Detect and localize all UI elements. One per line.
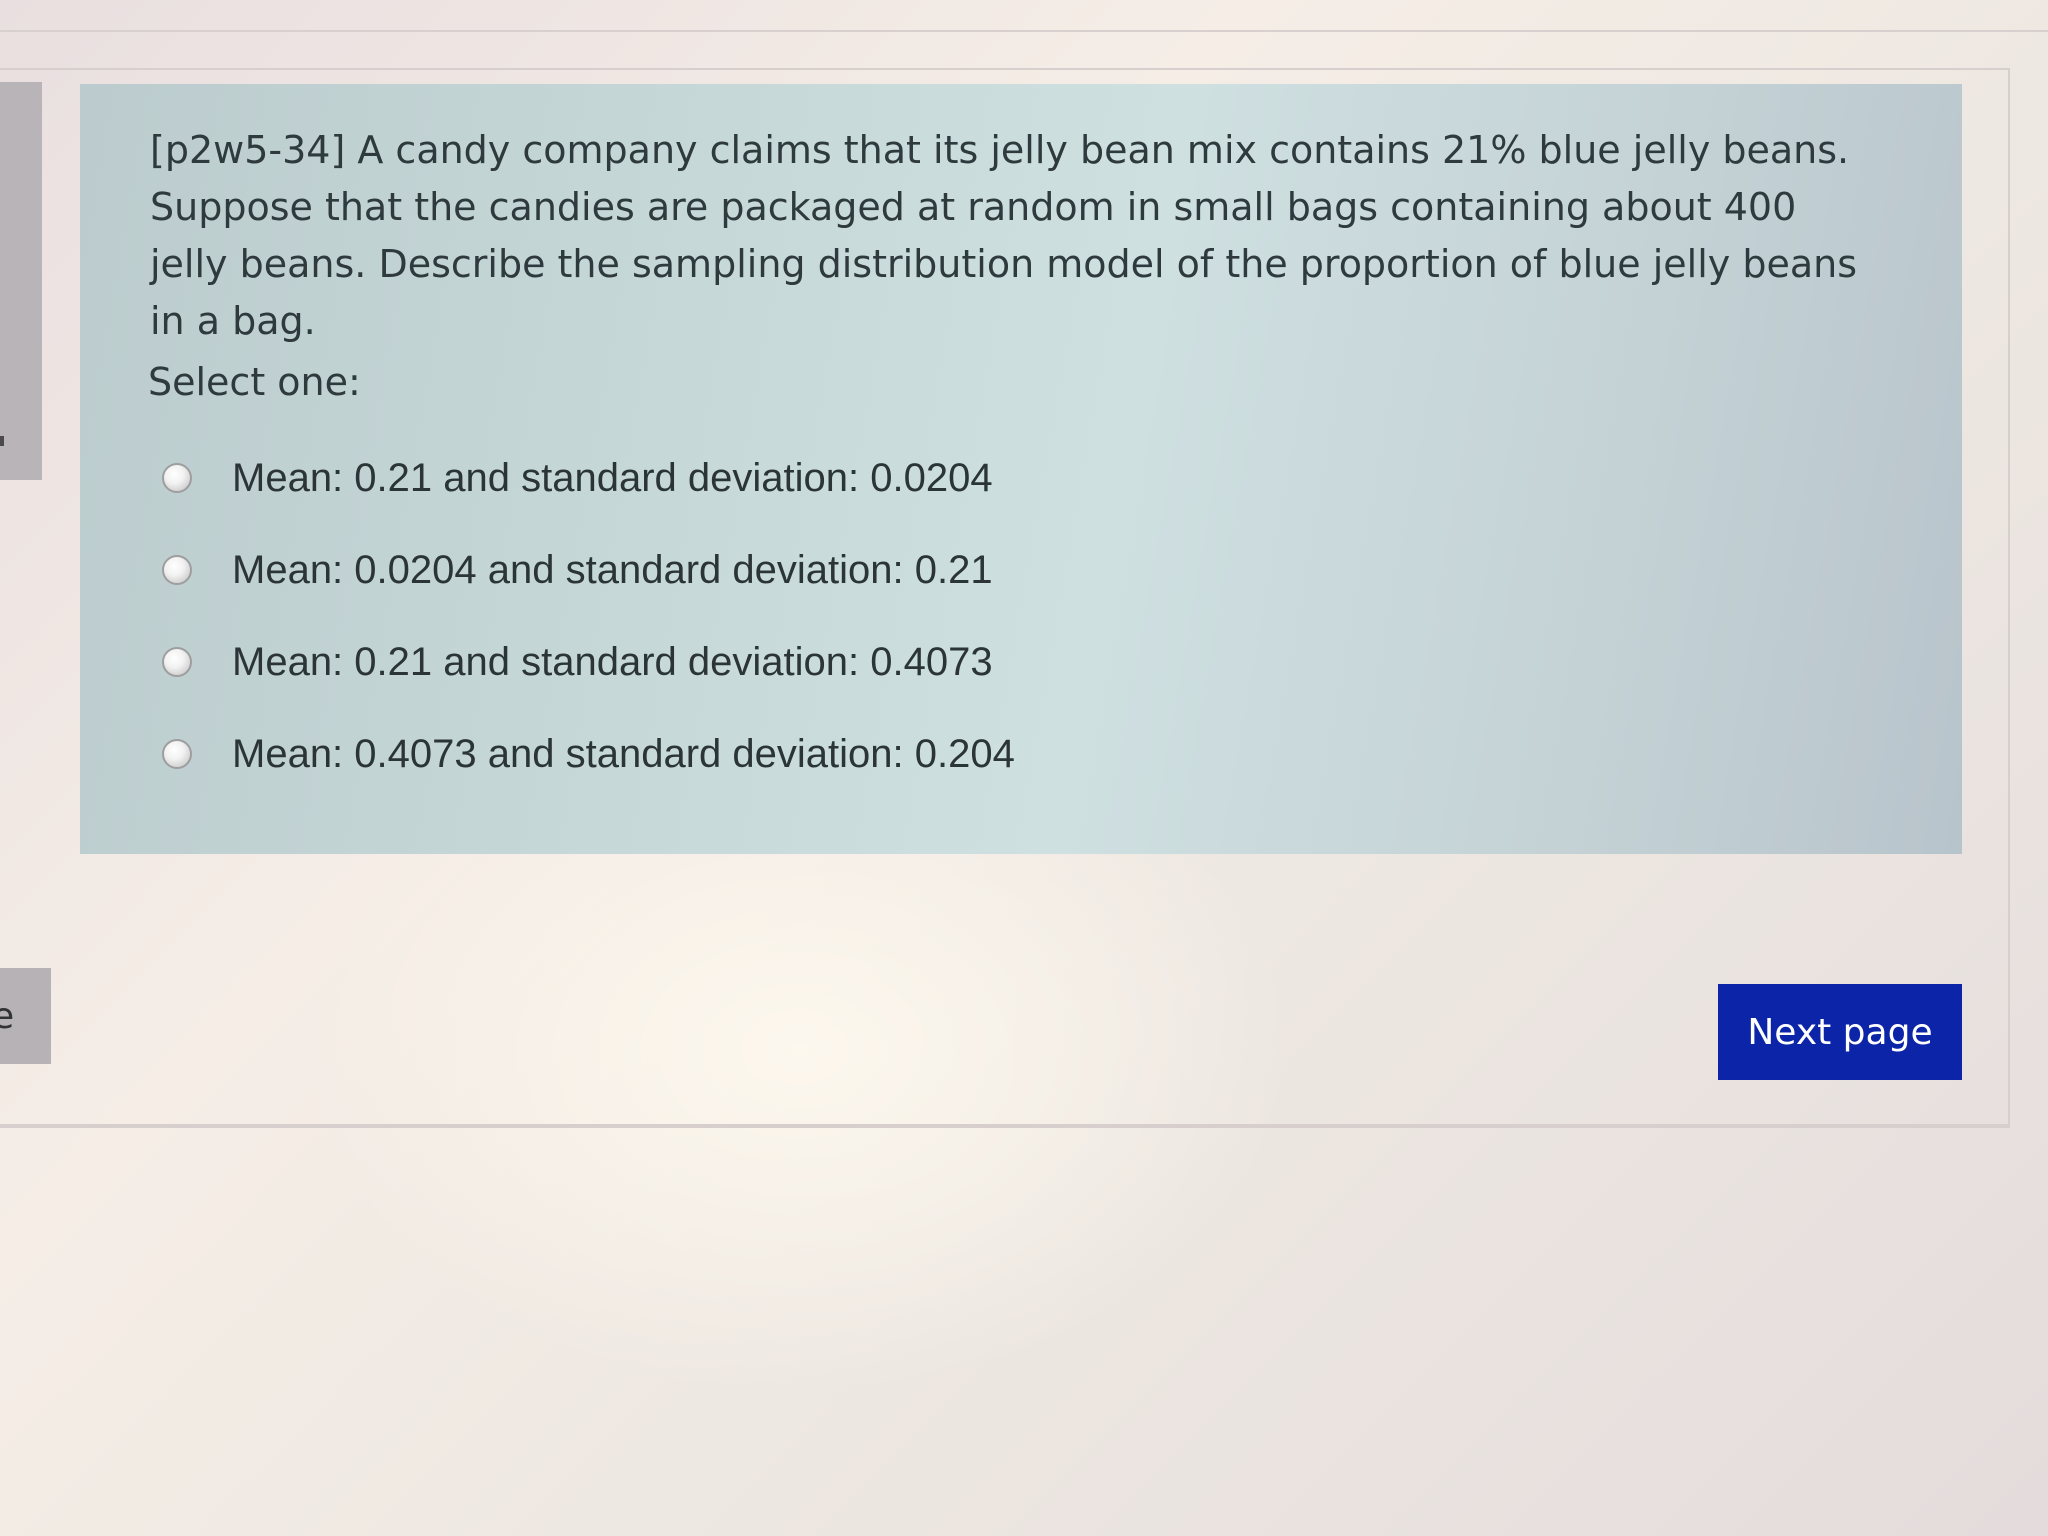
left-nav-panel	[0, 82, 42, 480]
question-text: [p2w5-34] A candy company claims that it…	[150, 128, 1858, 343]
previous-page-label-fragment: e	[0, 995, 15, 1037]
answer-option[interactable]: Mean: 0.21 and standard deviation: 0.407…	[162, 616, 1015, 708]
answer-option-label: Mean: 0.0204 and standard deviation: 0.2…	[232, 547, 993, 592]
answer-option-label: Mean: 0.21 and standard deviation: 0.407…	[232, 639, 993, 684]
answer-option-label: Mean: 0.4073 and standard deviation: 0.2…	[232, 731, 1015, 776]
answer-option[interactable]: Mean: 0.0204 and standard deviation: 0.2…	[162, 524, 1015, 616]
radio-button[interactable]	[162, 555, 192, 585]
answer-option-label: Mean: 0.21 and standard deviation: 0.020…	[232, 455, 993, 500]
next-page-button[interactable]: Next page	[1718, 984, 1962, 1080]
radio-button[interactable]	[162, 739, 192, 769]
answer-options: Mean: 0.21 and standard deviation: 0.020…	[162, 432, 1015, 800]
previous-page-button-fragment[interactable]: e	[0, 968, 51, 1064]
radio-button[interactable]	[162, 463, 192, 493]
radio-button[interactable]	[162, 647, 192, 677]
top-divider	[0, 30, 2048, 32]
answer-option[interactable]: Mean: 0.21 and standard deviation: 0.020…	[162, 432, 1015, 524]
bottom-divider	[0, 1124, 2010, 1126]
left-nav-marker	[0, 436, 4, 446]
answer-option[interactable]: Mean: 0.4073 and standard deviation: 0.2…	[162, 708, 1015, 800]
select-one-prompt: Select one:	[148, 360, 361, 404]
